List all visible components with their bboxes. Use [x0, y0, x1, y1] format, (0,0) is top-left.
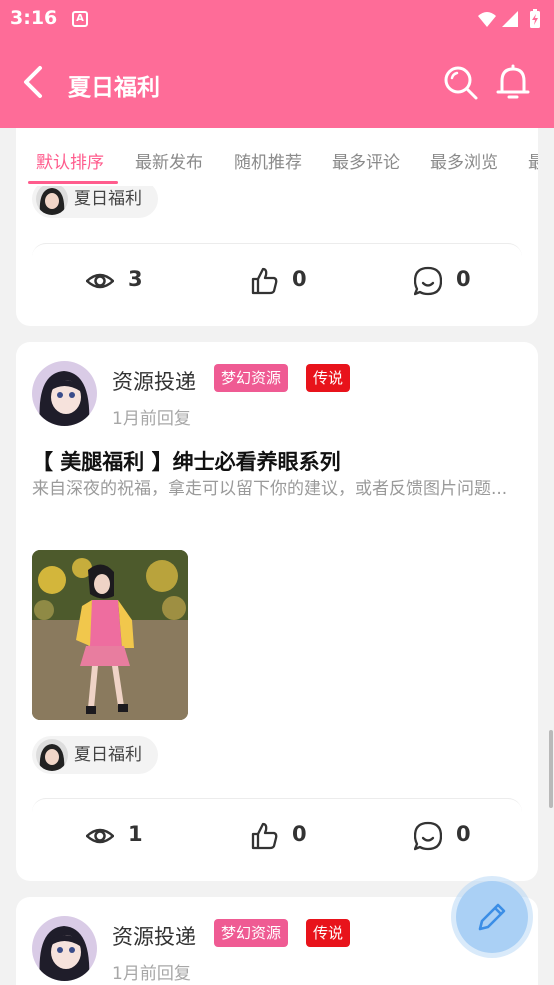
comment-button[interactable]: 0	[414, 820, 494, 852]
level-badge: 梦幻资源	[214, 364, 289, 392]
divider	[32, 243, 522, 257]
status-bar: 3:16 A	[0, 0, 554, 40]
tab-most-comments[interactable]: 最多评论	[332, 148, 400, 173]
back-arrow-icon[interactable]	[20, 64, 48, 104]
topic-tag[interactable]: 夏日福利	[32, 736, 158, 774]
rank-badge: 传说	[306, 364, 351, 392]
a-icon: A	[72, 11, 88, 27]
status-time: 3:16	[10, 7, 58, 29]
comment-button[interactable]: 0	[414, 265, 494, 297]
author-name[interactable]: 资源投递	[112, 366, 196, 396]
post-excerpt: 来自深夜的祝福，拿走可以留下你的建议，或者反馈图片问题...	[32, 479, 508, 499]
divider	[32, 798, 522, 812]
tab-overflow[interactable]: 最	[528, 148, 538, 173]
tag-label: 夏日福利	[74, 745, 142, 765]
post-image[interactable]	[32, 550, 188, 720]
eye-icon	[86, 828, 114, 844]
pencil-icon	[478, 903, 506, 931]
level-badge: 梦幻资源	[214, 919, 289, 947]
comment-icon	[414, 821, 442, 851]
search-icon[interactable]	[443, 65, 479, 105]
compose-button[interactable]	[456, 881, 528, 953]
like-button[interactable]: 0	[250, 265, 330, 297]
author-avatar[interactable]	[32, 361, 97, 426]
tab-indicator	[28, 181, 118, 184]
signal-icon	[502, 11, 518, 27]
rank-badge: 传说	[306, 919, 351, 947]
author-avatar[interactable]	[32, 916, 97, 981]
tag-avatar	[36, 739, 68, 771]
wifi-icon	[478, 12, 496, 27]
view-count: 1	[86, 820, 166, 852]
tab-most-views[interactable]: 最多浏览	[430, 148, 498, 173]
tag-avatar	[36, 183, 68, 215]
sort-tabs: 默认排序 最新发布 随机推荐 最多评论 最多浏览 最	[16, 128, 538, 186]
eye-icon	[86, 273, 114, 289]
bell-icon[interactable]	[496, 64, 530, 106]
system-icons	[476, 8, 546, 34]
app-bar: 夏日福利	[0, 40, 554, 128]
post-card[interactable]: 资源投递 梦幻资源 传说 1月前回复 【 美腿福利 】绅士必看养眼系列 来自深夜…	[16, 342, 538, 881]
like-button[interactable]: 0	[250, 820, 330, 852]
author-name[interactable]: 资源投递	[112, 921, 196, 951]
thumbs-up-icon	[251, 822, 278, 850]
post-time: 1月前回复	[112, 964, 191, 984]
tab-random[interactable]: 随机推荐	[234, 148, 302, 173]
post-time: 1月前回复	[112, 409, 191, 429]
post-title[interactable]: 【 美腿福利 】绅士必看养眼系列	[32, 446, 341, 476]
page-title: 夏日福利	[68, 75, 160, 101]
comment-icon	[414, 266, 442, 296]
view-count: 3	[86, 265, 166, 297]
battery-icon	[530, 9, 540, 28]
tab-default-sort[interactable]: 默认排序	[36, 148, 104, 173]
thumbs-up-icon	[251, 267, 278, 295]
tag-label: 夏日福利	[74, 189, 142, 209]
scrollbar[interactable]	[549, 730, 553, 808]
tab-latest[interactable]: 最新发布	[135, 148, 203, 173]
